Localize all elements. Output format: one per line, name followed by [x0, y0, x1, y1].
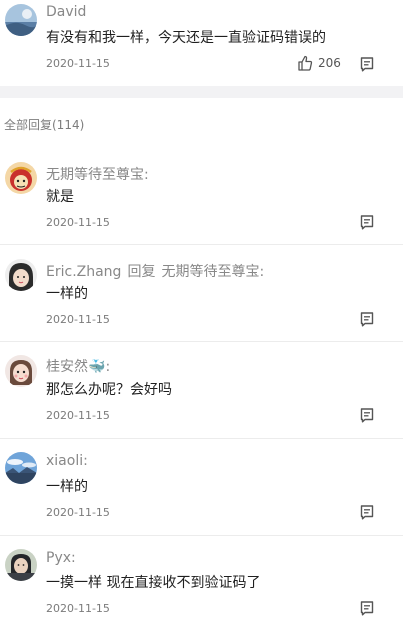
avatar[interactable]: [5, 162, 37, 194]
avatar[interactable]: [5, 259, 37, 291]
colon: :: [144, 167, 149, 183]
comment-thread: David 有没有和我一样，今天还是一直验证码错误的 2020-11-15 20…: [0, 0, 403, 633]
comment-date: 2020-11-15: [46, 57, 110, 70]
comment-icon[interactable]: [359, 56, 375, 72]
colon: :: [259, 264, 265, 280]
reply-label: 回复: [127, 264, 156, 280]
list-item: Pyx: 一摸一样 现在直接收不到验证码了 2020-11-15: [0, 536, 403, 633]
top-comment: David 有没有和我一样，今天还是一直验证码错误的 2020-11-15 20…: [0, 0, 403, 86]
username-text[interactable]: Eric.Zhang: [46, 264, 121, 280]
list-item: 无期等待至尊宝: 就是 2020-11-15: [0, 148, 403, 245]
username[interactable]: David: [46, 4, 86, 20]
username[interactable]: xiaoli:: [46, 453, 88, 469]
whale-emoji: 🐳: [88, 359, 106, 375]
reply-target[interactable]: 无期等待至尊宝: [161, 264, 259, 280]
comment-icon[interactable]: [359, 504, 375, 520]
list-item: xiaoli: 一样的 2020-11-15: [0, 439, 403, 536]
comment-text: 就是: [46, 189, 74, 205]
username[interactable]: 无期等待至尊宝:: [46, 164, 149, 184]
avatar[interactable]: [5, 4, 37, 36]
comment-date: 2020-11-15: [46, 506, 110, 519]
comment-text: 有没有和我一样，今天还是一直验证码错误的: [46, 30, 326, 46]
comment-icon[interactable]: [359, 214, 375, 230]
list-item: Eric.Zhang 回复 无期等待至尊宝: 一样的 2020-11-15: [0, 245, 403, 342]
comment-icon[interactable]: [359, 600, 375, 616]
all-replies-header: 全部回复(114): [4, 118, 85, 132]
comment-date: 2020-11-15: [46, 216, 110, 229]
comment-text: 那怎么办呢？会好吗: [46, 382, 172, 398]
username-text[interactable]: xiaoli: [46, 453, 83, 469]
comment-date: 2020-11-15: [46, 313, 110, 326]
username-text[interactable]: Pyx: [46, 550, 71, 566]
comment-text: 一摸一样 现在直接收不到验证码了: [46, 575, 261, 591]
comment-text: 一样的: [46, 286, 88, 302]
thumbs-up-icon[interactable]: [297, 55, 313, 71]
colon: :: [83, 453, 88, 469]
username-text[interactable]: 桂安然: [46, 359, 88, 375]
comment-text: 一样的: [46, 479, 88, 495]
colon: :: [71, 550, 76, 566]
username[interactable]: Pyx:: [46, 550, 76, 566]
username[interactable]: Eric.Zhang 回复 无期等待至尊宝:: [46, 261, 264, 281]
comment-date: 2020-11-15: [46, 602, 110, 615]
avatar[interactable]: [5, 452, 37, 484]
comment-icon[interactable]: [359, 311, 375, 327]
username[interactable]: 桂安然🐳:: [46, 356, 110, 376]
like-count: 206: [318, 56, 341, 70]
comment-date: 2020-11-15: [46, 409, 110, 422]
avatar[interactable]: [5, 355, 37, 387]
avatar[interactable]: [5, 549, 37, 581]
section-separator: [0, 86, 403, 98]
username-text[interactable]: 无期等待至尊宝: [46, 167, 144, 183]
colon: :: [105, 359, 111, 375]
list-item: 桂安然🐳: 那怎么办呢？会好吗 2020-11-15: [0, 342, 403, 439]
comment-icon[interactable]: [359, 407, 375, 423]
